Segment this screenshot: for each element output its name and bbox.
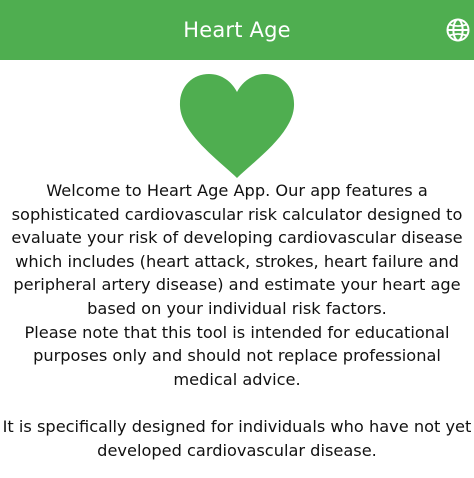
text-line: based on your individual risk factors.	[87, 298, 387, 318]
text-line: developed cardiovascular disease.	[97, 440, 377, 460]
text-line: sophisticated cardiovascular risk calcul…	[11, 204, 463, 224]
language-button[interactable]	[442, 14, 474, 46]
target-paragraph: It is specifically designed for individu…	[0, 415, 474, 462]
intro-text: Welcome to Heart Age App. Our app featur…	[0, 179, 474, 462]
text-line: which includes (heart attack, strokes, h…	[15, 251, 459, 271]
text-line: It is specifically designed for individu…	[2, 416, 472, 436]
note-paragraph: Please note that this tool is intended f…	[0, 321, 474, 392]
page-title: Heart Age	[183, 18, 291, 42]
text-line: evaluate your risk of developing cardiov…	[11, 228, 463, 248]
text-line: Please note that this tool is intended f…	[24, 322, 450, 342]
app-header: Heart Age	[0, 0, 474, 60]
hero-heart	[177, 72, 297, 180]
text-line: medical advice.	[173, 369, 301, 389]
text-line: peripheral artery disease) and estimate …	[13, 275, 461, 295]
heart-icon	[179, 74, 295, 178]
welcome-paragraph: Welcome to Heart Age App. Our app featur…	[0, 179, 474, 321]
globe-icon	[446, 18, 470, 42]
text-line: purposes only and should not replace pro…	[33, 346, 441, 366]
text-line: Welcome to Heart Age App. Our app featur…	[46, 181, 428, 200]
